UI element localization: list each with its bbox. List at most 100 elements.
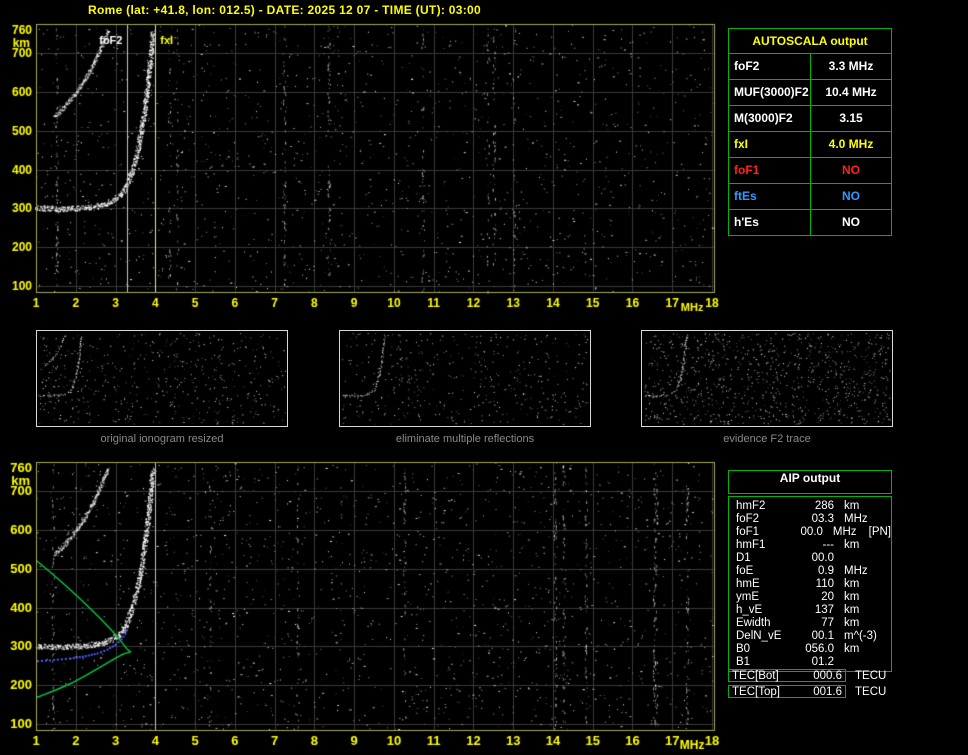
param-value: 110	[815, 578, 834, 590]
param-unit: TECU	[855, 685, 887, 698]
param-label: foF1	[736, 526, 760, 538]
param-value: 3.15	[839, 111, 863, 125]
table-row: h_vE 137 km	[729, 604, 891, 617]
table-row: MUF(3000)F2 10.4 MHz	[729, 80, 891, 106]
table-row: foF2 03.3 MHz	[729, 513, 891, 526]
param-label: Ewidth	[736, 617, 771, 629]
table-row: hmE 110 km	[729, 578, 891, 591]
param-value: 0.9	[818, 565, 834, 577]
param-value: 77	[821, 617, 834, 629]
param-label: h'Es	[729, 210, 811, 235]
tec-value-box: TEC[Top] 001.6	[728, 685, 846, 698]
table-row: B0 056.0 km	[729, 643, 891, 656]
param-unit: MHz	[844, 565, 868, 577]
table-row: D1 00.0	[729, 552, 891, 565]
autoscala-window: Rome (lat: +41.8, lon: 012.5) - DATE: 20…	[0, 0, 968, 755]
param-value: 00.0	[800, 526, 823, 538]
param-label: fxI	[729, 132, 811, 157]
param-value: 4.0 MHz	[828, 137, 874, 151]
table-row: hmF2 286 km	[729, 500, 891, 513]
station-date-header: Rome (lat: +41.8, lon: 012.5) - DATE: 20…	[88, 3, 481, 17]
param-label: foF2	[729, 54, 811, 79]
param-value: 056.0	[805, 643, 834, 655]
param-label: MUF(3000)F2	[729, 80, 811, 105]
tec-value-box: TEC[Bot] 000.6	[728, 669, 846, 682]
param-label: foF2	[736, 513, 760, 525]
aip-output-header: AIP output	[728, 470, 892, 494]
param-label: foE	[736, 565, 754, 577]
param-unit: TECU	[855, 669, 887, 682]
param-label: ftEs	[729, 184, 811, 209]
param-value: 01.2	[811, 656, 834, 668]
param-label: foF1	[729, 158, 811, 183]
param-extra	[882, 656, 884, 669]
table-row: foF1 NO	[729, 158, 891, 184]
param-label: TEC[Bot]	[732, 670, 779, 682]
param-extra	[882, 565, 884, 578]
table-row: ftEs NO	[729, 184, 891, 210]
param-extra	[882, 630, 884, 643]
param-unit: MHz	[832, 526, 857, 538]
param-unit: km	[844, 617, 860, 629]
param-label: hmF1	[736, 539, 766, 551]
param-label: B1	[736, 656, 751, 668]
thumbnail-caption: original ionogram resized	[100, 433, 224, 445]
param-label: M(3000)F2	[729, 106, 811, 131]
param-unit: km	[844, 604, 860, 616]
table-row: hmF1 --- km	[729, 539, 891, 552]
thumbnail-caption: evidence F2 trace	[723, 433, 811, 445]
param-unit: km	[844, 539, 860, 551]
param-extra	[882, 604, 884, 617]
param-extra	[882, 578, 884, 591]
param-label: D1	[736, 552, 751, 564]
table-row: DelN_vE 00.1 m^(-3)	[729, 630, 891, 643]
param-value: NO	[842, 189, 860, 203]
param-extra	[882, 500, 884, 513]
param-value: 20	[821, 591, 834, 603]
param-value: ---	[822, 539, 835, 551]
param-label: hmF2	[736, 500, 766, 512]
autoscala-table-header: AUTOSCALA output	[729, 29, 891, 54]
param-unit: km	[844, 500, 860, 512]
table-row: h'Es NO	[729, 210, 891, 235]
param-value: 00.0	[811, 552, 834, 564]
param-extra	[882, 591, 884, 604]
bottom-ionogram-chart	[0, 458, 720, 755]
param-value: 000.6	[813, 670, 842, 682]
param-value: 3.3 MHz	[828, 59, 874, 73]
tec-bottom-row: TEC[Bot] 000.6 TECU	[728, 669, 886, 682]
table-row: Ewidth 77 km	[729, 617, 891, 630]
table-row: B1 01.2	[729, 656, 891, 669]
param-value: 10.4 MHz	[825, 85, 877, 99]
param-value: NO	[842, 215, 860, 229]
table-row: foF1 00.0 MHz [PN]	[729, 526, 891, 539]
param-value: 001.6	[813, 686, 842, 698]
param-unit	[834, 552, 882, 565]
param-value: 137	[814, 604, 834, 616]
param-label: B0	[736, 643, 751, 655]
autoscala-output-table: AUTOSCALA output foF2 3.3 MHz MUF(3000)F…	[728, 28, 892, 236]
param-value: 00.1	[811, 630, 834, 642]
aip-output-table: hmF2 286 km foF2 03.3 MHz foF1 00.0 MHz …	[728, 496, 892, 672]
param-unit: km	[844, 578, 860, 590]
param-unit: km	[844, 643, 860, 655]
thumbnail-evidence-f2-trace	[641, 330, 893, 427]
param-value: 286	[814, 500, 834, 512]
param-label: ymE	[736, 591, 759, 603]
param-extra	[882, 643, 884, 656]
param-extra: [PN]	[868, 526, 891, 538]
param-extra	[882, 552, 884, 565]
param-label: hmE	[736, 578, 760, 590]
param-unit: m^(-3)	[844, 630, 877, 642]
table-row: fxI 4.0 MHz	[729, 132, 891, 158]
param-extra	[882, 513, 884, 526]
table-row: ymE 20 km	[729, 591, 891, 604]
param-unit: MHz	[844, 513, 868, 525]
thumbnail-caption: eliminate multiple reflections	[395, 433, 535, 445]
table-row: foF2 3.3 MHz	[729, 54, 891, 80]
param-unit: km	[844, 591, 860, 603]
param-value: 03.3	[811, 513, 834, 525]
thumbnail-original-ionogram	[36, 330, 288, 427]
param-label: h_vE	[736, 604, 763, 616]
table-row: M(3000)F2 3.15	[729, 106, 891, 132]
